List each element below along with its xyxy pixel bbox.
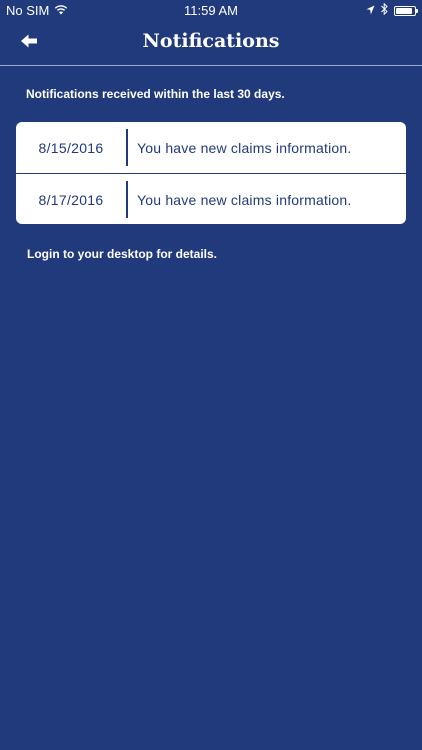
status-bar: No SIM 11:59 AM bbox=[0, 0, 422, 22]
notifications-subtitle: Notifications received within the last 3… bbox=[26, 87, 285, 101]
bluetooth-icon bbox=[381, 2, 388, 18]
battery-icon bbox=[394, 5, 418, 16]
notification-date: 8/17/2016 bbox=[38, 191, 104, 208]
footer-note: Login to your desktop for details. bbox=[27, 247, 218, 261]
notification-date: 8/15/2016 bbox=[38, 139, 104, 156]
navigation-bar: Notifications bbox=[0, 22, 422, 66]
location-arrow-icon bbox=[366, 3, 375, 18]
status-time: 11:59 AM bbox=[184, 3, 238, 18]
notification-row[interactable]: 8/17/2016 You have new claims informatio… bbox=[16, 173, 406, 224]
notification-row[interactable]: 8/15/2016 You have new claims informatio… bbox=[16, 122, 406, 173]
battery-level bbox=[396, 7, 413, 14]
notifications-list: 8/15/2016 You have new claims informatio… bbox=[16, 122, 406, 224]
notification-message: You have new claims information. bbox=[137, 139, 352, 156]
notification-message: You have new claims information. bbox=[137, 191, 352, 208]
page-title: Notifications bbox=[142, 30, 280, 52]
status-right bbox=[366, 2, 418, 18]
